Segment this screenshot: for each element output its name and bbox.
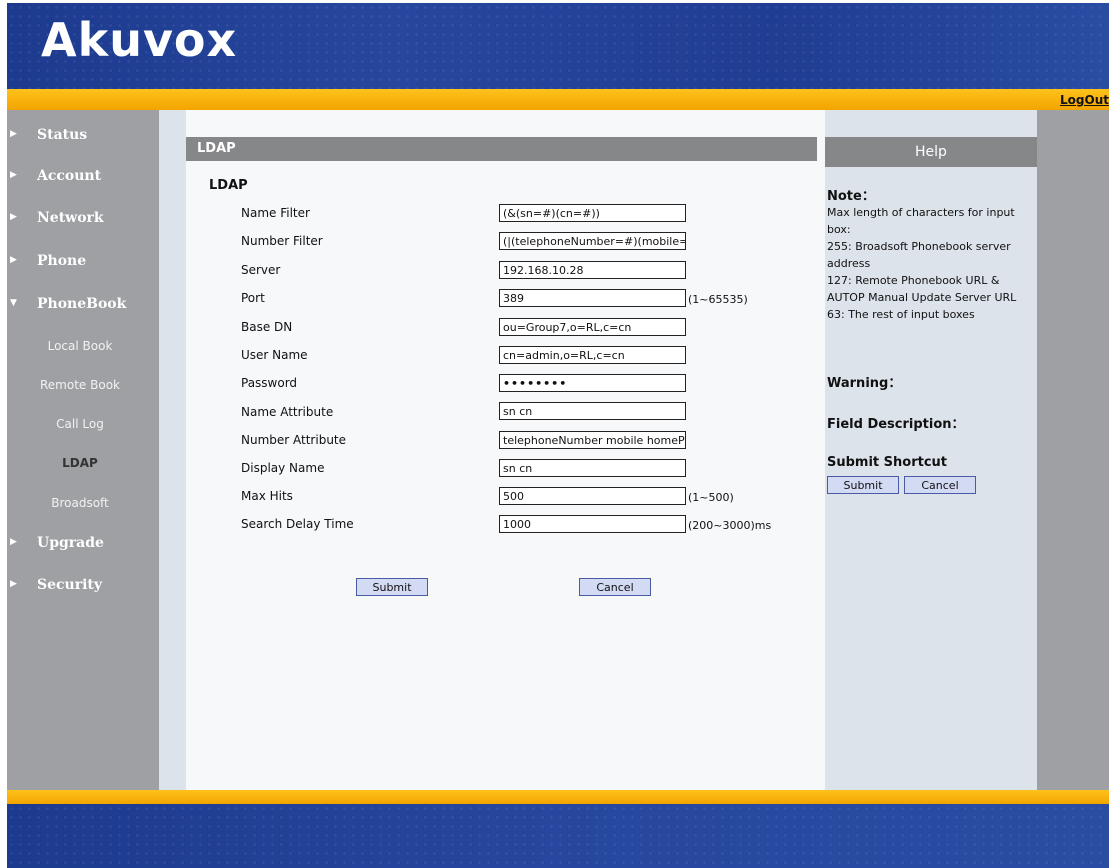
sidebar-subitem-label: Local Book [47, 339, 113, 353]
help-warning-heading: Warning： [827, 376, 902, 391]
port-input[interactable]: 389 [499, 289, 686, 307]
number-filter-input[interactable]: (|(telephoneNumber=#)(mobile= [499, 232, 686, 250]
help-note-line: AUTOP Manual Update Server URL [827, 291, 1017, 304]
section-title: LDAP [209, 178, 248, 193]
help-note-line: box: [827, 223, 851, 236]
user-name-input[interactable]: cn=admin,o=RL,c=cn [499, 346, 686, 364]
bottom-orange-bar [7, 790, 1109, 804]
base-dn-label: Base DN [241, 320, 293, 334]
help-field-description-heading: Field Description： [827, 417, 965, 432]
name-filter-label: Name Filter [241, 206, 310, 220]
sidebar-subitem-label: Broadsoft [51, 496, 109, 510]
triangle-right-icon: ▶ [10, 129, 17, 139]
sidebar-item-security[interactable]: ▶ Security [7, 577, 159, 603]
cancel-button[interactable]: Cancel [579, 578, 651, 596]
footer-banner [7, 804, 1109, 868]
sidebar-item-network[interactable]: ▶ Network [7, 210, 159, 236]
triangle-right-icon: ▶ [10, 212, 17, 222]
header-banner: Akuvox [7, 3, 1109, 89]
brand-logo: Akuvox [41, 13, 238, 67]
name-attribute-label: Name Attribute [241, 405, 334, 419]
sidebar-subitem-label: Call Log [56, 417, 104, 431]
search-delay-time-label: Search Delay Time [241, 517, 354, 531]
port-range-hint: (1~65535) [688, 293, 748, 306]
password-label: Password [241, 376, 298, 390]
sidebar-item-status[interactable]: ▶ Status [7, 127, 159, 153]
max-hits-label: Max Hits [241, 489, 293, 503]
sidebar-item-upgrade[interactable]: ▶ Upgrade [7, 535, 159, 561]
user-name-label: User Name [241, 348, 308, 362]
number-filter-label: Number Filter [241, 234, 323, 248]
search-delay-range-hint: (200~3000)ms [688, 519, 772, 532]
help-note-line: 127: Remote Phonebook URL & [827, 274, 1000, 287]
help-title: Help [825, 137, 1037, 167]
sidebar-subitem-label: LDAP [62, 456, 98, 470]
base-dn-input[interactable]: ou=Group7,o=RL,c=cn [499, 318, 686, 336]
sidebar-subitem-label: Remote Book [40, 378, 120, 392]
server-input[interactable]: 192.168.10.28 [499, 261, 686, 279]
sidebar-item-phonebook[interactable]: ▼ PhoneBook [7, 296, 159, 322]
sidebar-item-label: Account [37, 168, 102, 184]
top-orange-bar [7, 89, 1109, 110]
sidebar-item-label: PhoneBook [37, 296, 127, 312]
max-hits-range-hint: (1~500) [688, 491, 734, 504]
shortcut-cancel-button[interactable]: Cancel [904, 476, 976, 494]
help-note-text: Max length of characters for input box: … [827, 204, 1037, 323]
sidebar-nav: ▶ Status ▶ Account ▶ Network ▶ Phone ▼ P… [7, 110, 159, 790]
help-note-line: 63: The rest of input boxes [827, 308, 975, 321]
search-delay-time-input[interactable]: 1000 [499, 515, 686, 533]
page-title: LDAP [197, 141, 236, 156]
page-frame: Akuvox LogOut ▶ Status ▶ Account ▶ Netwo… [7, 3, 1109, 868]
triangle-right-icon: ▶ [10, 537, 17, 547]
help-panel: Help Note： Max length of characters for … [825, 110, 1037, 790]
name-filter-input[interactable]: (&(sn=#)(cn=#)) [499, 204, 686, 222]
port-label: Port [241, 291, 265, 305]
sidebar-item-phone[interactable]: ▶ Phone [7, 253, 159, 279]
sidebar-item-account[interactable]: ▶ Account [7, 168, 159, 194]
main-panel: LDAP LDAP Name Filter (&(sn=#)(cn=#)) Nu… [186, 110, 817, 790]
triangle-right-icon: ▶ [10, 170, 17, 180]
submit-button[interactable]: Submit [356, 578, 428, 596]
help-note-heading: Note： [827, 189, 875, 204]
right-side-bar [1037, 110, 1109, 790]
triangle-right-icon: ▶ [10, 579, 17, 589]
help-note-line: 255: Broadsoft Phonebook server [827, 240, 1011, 253]
triangle-down-icon: ▼ [10, 298, 17, 308]
server-label: Server [241, 263, 281, 277]
password-input[interactable]: •••••••• [499, 374, 686, 392]
triangle-right-icon: ▶ [10, 255, 17, 265]
logout-link[interactable]: LogOut [1060, 93, 1109, 107]
sidebar-item-label: Security [37, 577, 103, 593]
page-title-bar: LDAP [186, 137, 817, 161]
display-name-label: Display Name [241, 461, 325, 475]
name-attribute-input[interactable]: sn cn [499, 402, 686, 420]
content-gutter [159, 110, 186, 790]
help-note-line: address [827, 257, 871, 270]
sidebar-item-label: Network [37, 210, 104, 226]
help-note-line: Max length of characters for input [827, 206, 1015, 219]
number-attribute-label: Number Attribute [241, 433, 347, 447]
sidebar-item-label: Upgrade [37, 535, 104, 551]
number-attribute-input[interactable]: telephoneNumber mobile homeP [499, 431, 686, 449]
sidebar-item-label: Status [37, 127, 88, 143]
help-submit-shortcut-heading: Submit Shortcut [827, 455, 948, 470]
display-name-input[interactable]: sn cn [499, 459, 686, 477]
help-gutter [817, 110, 825, 790]
max-hits-input[interactable]: 500 [499, 487, 686, 505]
sidebar-item-label: Phone [37, 253, 87, 269]
shortcut-submit-button[interactable]: Submit [827, 476, 899, 494]
